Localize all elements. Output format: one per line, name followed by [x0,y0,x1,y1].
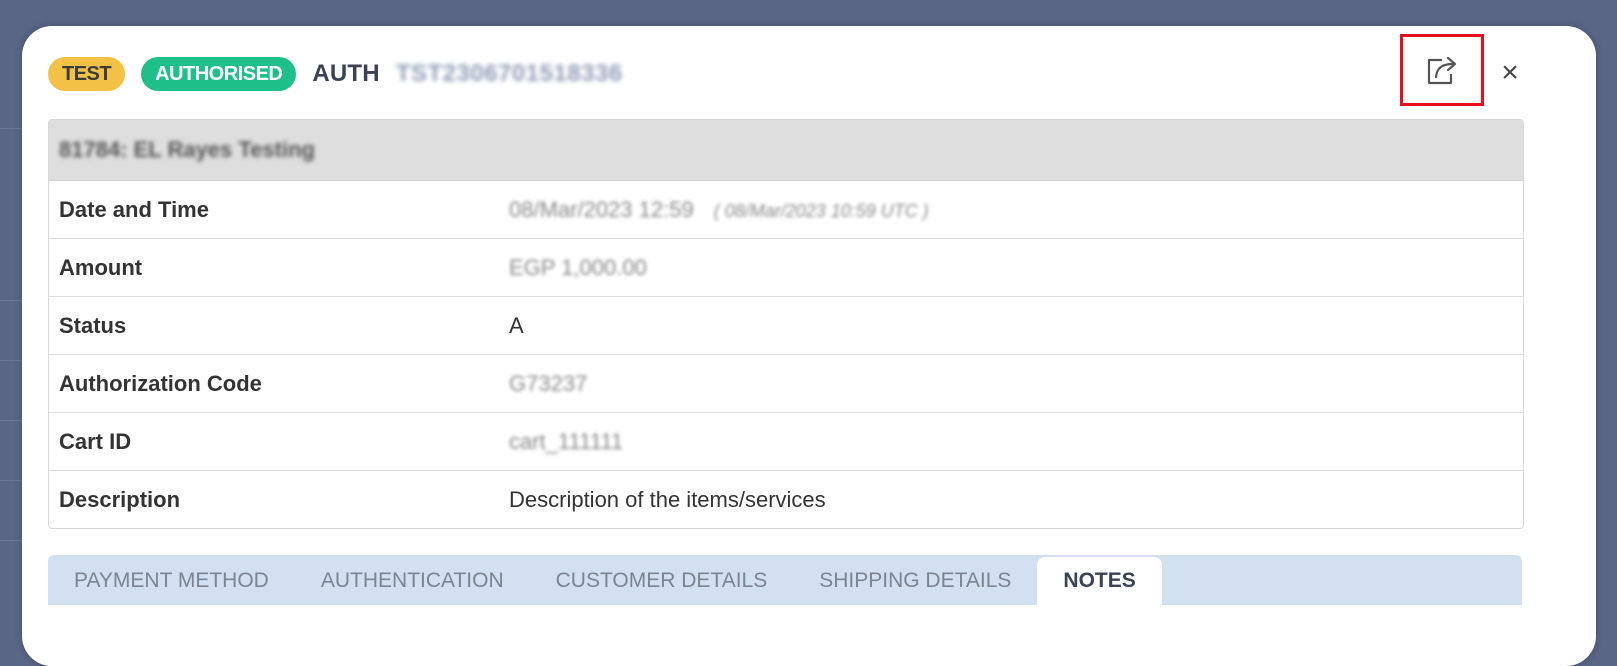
merchant-header: 81784: EL Rayes Testing [49,120,1523,181]
backdrop-divider [0,420,24,421]
description-value: Description of the items/services [509,486,826,512]
backdrop-divider [0,480,24,481]
backdrop-divider [0,360,24,361]
table-row: Cart ID cart_111111 [49,413,1523,471]
close-button[interactable]: × [1496,56,1524,92]
backdrop-divider [0,540,24,541]
row-label: Amount [59,254,143,280]
backdrop-divider [0,300,24,301]
transaction-details-modal: TEST AUTHORISED AUTH TST2306701518336 × … [22,26,1596,666]
table-row: Description Description of the items/ser… [49,471,1523,528]
merchant-name: 81784: EL Rayes Testing [59,137,315,162]
row-label: Authorization Code [59,370,262,396]
test-badge: TEST [48,57,126,91]
cart-id-value: cart_111111 [509,428,624,454]
modal-header: TEST AUTHORISED AUTH TST2306701518336 [48,56,623,92]
share-button[interactable] [1400,34,1484,106]
status-badge: AUTHORISED [141,57,297,91]
local-time: 08/Mar/2023 12:59 [509,196,694,222]
close-icon: × [1501,56,1519,89]
tab-notes[interactable]: NOTES [1037,557,1162,605]
details-table: 81784: EL Rayes Testing Date and Time 08… [48,119,1524,529]
backdrop-divider [0,128,24,129]
tab-authentication[interactable]: AUTHENTICATION [295,555,530,605]
table-row: Status A [49,297,1523,355]
details-tabs: PAYMENT METHOD AUTHENTICATION CUSTOMER D… [48,555,1522,666]
share-external-icon [1427,56,1457,85]
table-row: Date and Time 08/Mar/2023 12:59 ( 08/Mar/… [49,181,1523,239]
row-label: Description [59,486,181,512]
tab-shipping-details[interactable]: SHIPPING DETAILS [793,555,1037,605]
status-value: A [509,312,524,338]
tab-payment-method[interactable]: PAYMENT METHOD [48,555,295,605]
tab-customer-details[interactable]: CUSTOMER DETAILS [530,555,794,605]
amount-value: EGP 1,000.00 [509,254,647,280]
authorization-code-value: G73237 [509,370,588,396]
tab-bar: PAYMENT METHOD AUTHENTICATION CUSTOMER D… [48,555,1522,605]
transaction-type-label: AUTH [312,60,380,87]
row-label: Date and Time [59,196,209,222]
utc-time: ( 08/Mar/2023 10:59 UTC ) [713,200,929,221]
date-time-value: 08/Mar/2023 12:59 ( 08/Mar/2023 10:59 UTC… [509,197,929,223]
tab-content [48,605,1522,666]
transaction-reference: TST2306701518336 [395,60,623,87]
row-label: Status [59,312,127,338]
row-label: Cart ID [59,428,132,454]
table-row: Amount EGP 1,000.00 [49,239,1523,297]
table-row: Authorization Code G73237 [49,355,1523,413]
